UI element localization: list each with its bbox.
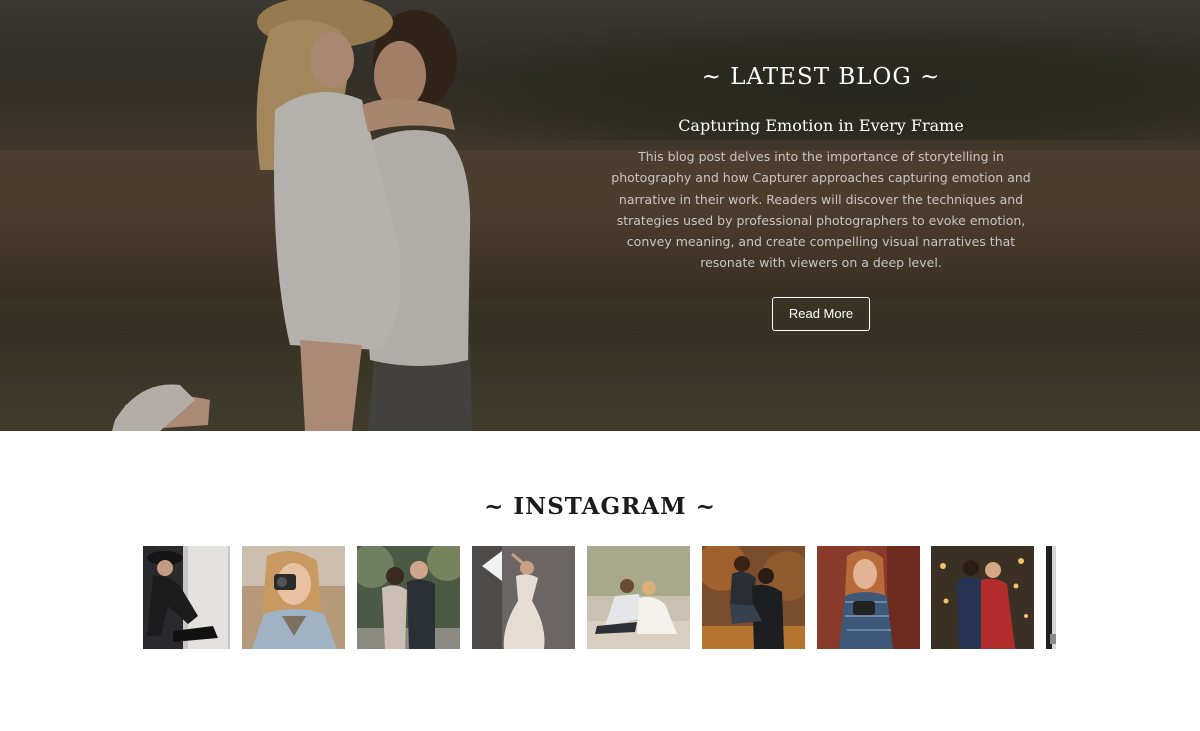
blog-post-excerpt: This blog post delves into the importanc… (611, 149, 1031, 271)
instagram-feed (143, 546, 1056, 649)
instagram-photo-6-image (702, 546, 805, 649)
instagram-photo-2[interactable] (242, 546, 345, 649)
latest-blog-panel: ~ LATEST BLOG ~ Capturing Emotion in Eve… (580, 58, 1062, 331)
instagram-photo-3[interactable] (357, 546, 460, 649)
instagram-photo-9[interactable] (1046, 546, 1056, 649)
instagram-photo-2-image (242, 546, 345, 649)
latest-blog-hero: ~ LATEST BLOG ~ Capturing Emotion in Eve… (0, 0, 1200, 431)
instagram-photo-6[interactable] (702, 546, 805, 649)
instagram-heading: ~ INSTAGRAM ~ (484, 493, 716, 520)
instagram-photo-1-image (143, 546, 230, 649)
latest-blog-heading: ~ LATEST BLOG ~ (701, 64, 941, 90)
blog-post-title: Capturing Emotion in Every Frame (678, 116, 964, 135)
instagram-photo-5[interactable] (587, 546, 690, 649)
instagram-photo-9-image (1046, 546, 1056, 649)
instagram-photo-7-image (817, 546, 920, 649)
instagram-photo-4-image (472, 546, 575, 649)
instagram-photo-3-image (357, 546, 460, 649)
instagram-photo-8-image (931, 546, 1034, 649)
instagram-photo-7[interactable] (817, 546, 920, 649)
instagram-photo-1[interactable] (143, 546, 230, 649)
instagram-section: ~ INSTAGRAM ~ (0, 431, 1200, 731)
read-more-button[interactable]: Read More (772, 296, 870, 331)
instagram-photo-8[interactable] (931, 546, 1034, 649)
instagram-photo-5-image (587, 546, 690, 649)
instagram-photo-4[interactable] (472, 546, 575, 649)
